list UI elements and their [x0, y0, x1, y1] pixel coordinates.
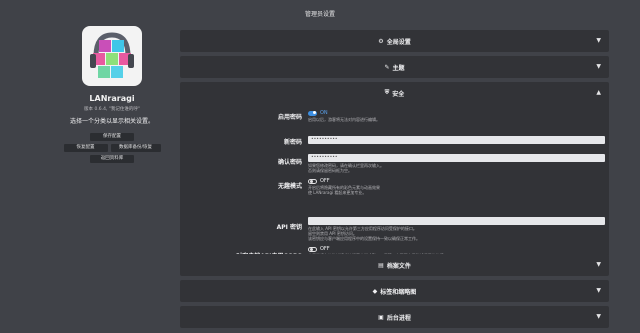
confirm-password-input[interactable]: ••••••••••: [308, 154, 605, 162]
chevron-down-icon[interactable]: ▼: [596, 313, 601, 320]
panel-title: 档案文件: [386, 262, 411, 270]
sidebar: LANraragi 版本 0.6.4, "我记住谁的呼" 选择一个分类以显示相关…: [56, 26, 168, 163]
setting-description: 启用以后，游客将无法对内容进行编辑。: [308, 117, 380, 122]
shield-icon: ⛨: [384, 89, 390, 96]
sidebar-hint: 选择一个分类以显示相关设置。: [69, 118, 154, 125]
archive-icon: ▤: [378, 261, 384, 269]
save-config-button[interactable]: 保存配置: [90, 133, 134, 141]
setting-label: API 密钥: [276, 224, 302, 231]
app-logo: [82, 26, 142, 86]
toggle-switch-icon: [308, 246, 317, 252]
panel-archive-files[interactable]: ▤ 档案文件 ▼: [180, 254, 609, 276]
panel-title: 标签和缩略图: [380, 288, 417, 296]
panel-header[interactable]: ▤ 档案文件 ▼: [180, 254, 609, 276]
restore-config-button[interactable]: 恢复配置: [63, 144, 108, 152]
security-settings: 启用密码 ON 启用以后，游客将无法对内容进行编辑。 新密码 •••••••••…: [180, 104, 609, 263]
setting-label: 新密码: [283, 139, 302, 146]
panel-tags-thumbnails[interactable]: ◆ 标签和缩略图 ▼: [180, 280, 609, 302]
toggle-state: OFF: [320, 178, 330, 184]
panel-header[interactable]: ⛨ 安全 ▲: [180, 82, 609, 104]
backup-restore-button[interactable]: 数据库备份/恢复: [110, 144, 161, 152]
panel-title: 全局设置: [386, 38, 411, 46]
setting-description: 该密钥应与客户端应用程序中的设置保持一致以确保正常工作。: [308, 236, 420, 241]
setting-description: 否则请保留密码框为空。: [308, 168, 352, 173]
top-bar: 管理员设置: [0, 0, 640, 26]
paintbrush-icon: ✎: [384, 63, 390, 71]
chevron-down-icon[interactable]: ▼: [596, 63, 601, 70]
toggle-switch-icon: [308, 178, 317, 184]
new-password-input[interactable]: ••••••••••: [308, 136, 605, 144]
panel-global-settings[interactable]: ⚙ 全局设置 ▼: [180, 30, 609, 52]
panel-title: 后台进程: [386, 314, 411, 322]
app-name: LANraragi: [89, 94, 135, 103]
tags-icon: ◆: [372, 287, 378, 295]
sidebar-buttons: 保存配置 恢复配置 数据库备份/恢复 返回资料库: [56, 133, 168, 163]
setting-label: 启用密码: [277, 114, 302, 121]
chevron-up-icon[interactable]: ▲: [596, 89, 601, 96]
enable-password-toggle[interactable]: ON: [308, 110, 380, 116]
panel-theme[interactable]: ✎ 主题 ▼: [180, 56, 609, 78]
cogs-icon: ⚙: [378, 37, 384, 45]
panel-background-jobs[interactable]: ▣ 后台进程 ▼: [180, 306, 609, 328]
setting-label: 确认密码: [277, 159, 302, 166]
panel-header[interactable]: ▣ 后台进程 ▼: [180, 306, 609, 328]
panel-title: 主题: [392, 64, 405, 72]
panel-security: ⛨ 安全 ▲ 启用密码 ON 启用以后，游客将无法对内容进行编辑。 新密码 ••…: [180, 82, 609, 263]
jobs-icon: ▣: [378, 313, 384, 321]
app-version: 版本 0.6.4, "我记住谁的呼": [84, 107, 140, 112]
api-key-input[interactable]: [308, 217, 605, 225]
panel-title: 安全: [392, 90, 405, 98]
toggle-state: OFF: [320, 246, 330, 252]
nofun-mode-toggle[interactable]: OFF: [308, 178, 380, 184]
panel-header[interactable]: ◆ 标签和缩略图 ▼: [180, 280, 609, 302]
return-library-button[interactable]: 返回资料库: [90, 155, 134, 163]
chevron-down-icon[interactable]: ▼: [596, 37, 601, 44]
chevron-down-icon[interactable]: ▼: [596, 261, 601, 268]
lanraragi-logo-icon: [90, 32, 134, 78]
page-title: 管理员设置: [304, 10, 335, 18]
panel-header[interactable]: ⚙ 全局设置 ▼: [180, 30, 609, 52]
toggle-state: ON: [320, 110, 328, 116]
setting-description: 使 LANraragi 看起来更加专业。: [308, 190, 367, 195]
chevron-down-icon[interactable]: ▼: [596, 287, 601, 294]
cors-toggle[interactable]: OFF: [308, 246, 452, 252]
panel-header[interactable]: ✎ 主题 ▼: [180, 56, 609, 78]
toggle-switch-icon: [308, 110, 317, 116]
setting-label: 无趣模式: [277, 183, 302, 190]
